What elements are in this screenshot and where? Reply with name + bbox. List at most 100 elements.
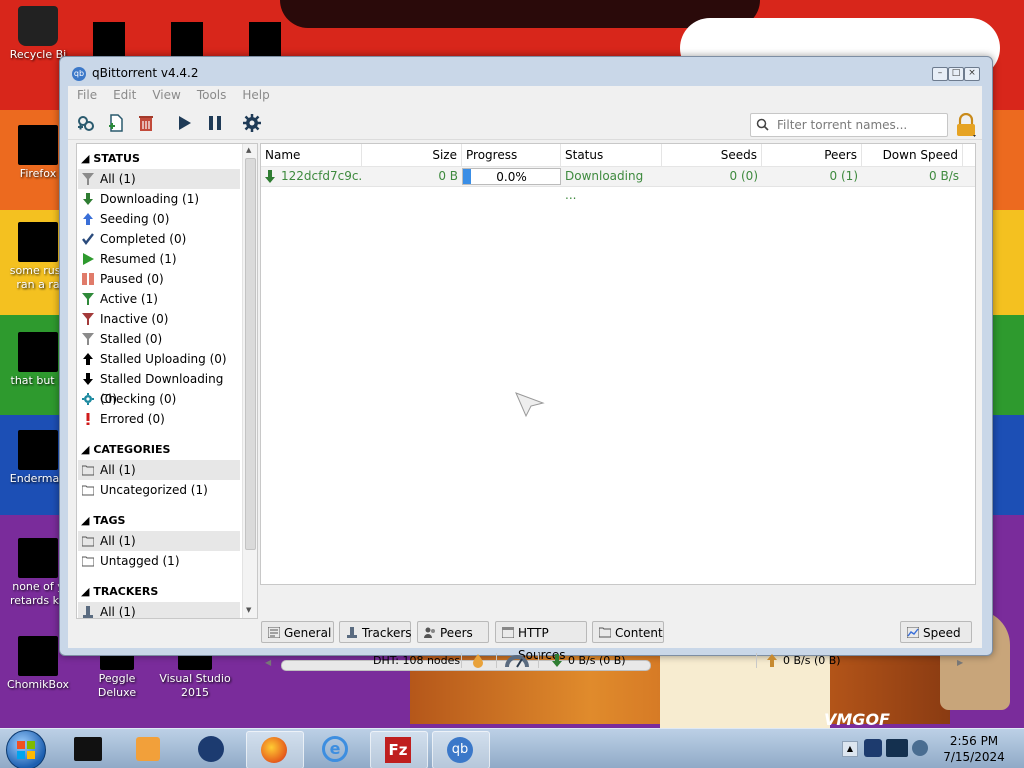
column-header-size[interactable]: Size [362, 144, 462, 166]
file-icon [18, 538, 58, 578]
options-button[interactable] [241, 112, 263, 134]
tab-content[interactable]: Content [592, 621, 664, 643]
add-torrent-file-button[interactable] [105, 112, 127, 134]
arrow-down-icon [83, 193, 93, 205]
tab-general[interactable]: General [261, 621, 334, 643]
tracker-filter-all[interactable]: All (1) [78, 602, 240, 618]
column-header-peers[interactable]: Peers [762, 144, 862, 166]
tags-section-header[interactable]: ◢ TAGS [81, 514, 125, 527]
close-button[interactable]: × [964, 67, 980, 81]
tab-http-sources[interactable]: HTTP Sources [495, 621, 587, 662]
categories-section-header[interactable]: ◢ CATEGORIES [81, 443, 170, 456]
maximize-button[interactable]: □ [948, 67, 964, 81]
tag-filter-untagged[interactable]: Untagged (1) [78, 551, 240, 571]
scroll-down-icon[interactable]: ▼ [246, 606, 251, 614]
filters-sidebar: ◢ STATUS All (1) Downloading (1) Seeding… [76, 143, 258, 619]
tab-peers[interactable]: Peers [417, 621, 489, 643]
upload-arrow-icon [767, 654, 777, 667]
torrent-row[interactable]: 122dcfd7c9c... 0 B 0.0% Downloading ... … [261, 167, 975, 202]
tray-network-icon[interactable] [886, 739, 908, 757]
status-bar: DHT: 108 nodes 0 B/s (0 B) 0 B/s (0 B) [68, 652, 982, 670]
menu-edit[interactable]: Edit [104, 86, 143, 102]
taskbar-internet-explorer[interactable]: e [308, 731, 364, 767]
add-torrent-link-button[interactable] [75, 112, 97, 134]
status-filter-inactive[interactable]: Inactive (0) [78, 309, 240, 329]
collapse-arrow-icon: ◢ [81, 443, 90, 456]
menu-help[interactable]: Help [233, 86, 276, 102]
menu-tools[interactable]: Tools [188, 86, 234, 102]
sidebar-scroll-thumb[interactable] [245, 158, 256, 550]
add-file-icon [109, 114, 123, 132]
title-bar[interactable]: qb qBittorrent v4.4.2 – □ × [60, 57, 992, 87]
folder-icon [599, 627, 611, 638]
status-filter-all[interactable]: All (1) [78, 169, 240, 189]
collapse-arrow-icon: ◢ [81, 152, 90, 165]
status-filter-seeding[interactable]: Seeding (0) [78, 209, 240, 229]
status-filter-downloading[interactable]: Downloading (1) [78, 189, 240, 209]
category-filter-uncategorized[interactable]: Uncategorized (1) [78, 480, 240, 500]
taskbar-qbittorrent[interactable]: qb [432, 731, 490, 768]
desktop-icon-top-1[interactable] [93, 22, 125, 56]
show-hidden-icons-button[interactable]: ▲ [842, 741, 858, 757]
file-icon [18, 222, 58, 262]
dht-nodes-text: DHT: 108 nodes [373, 654, 461, 667]
http-sources-icon [502, 627, 514, 638]
status-filter-checking[interactable]: Checking (0) [78, 389, 240, 409]
trackers-icon [347, 627, 357, 638]
connection-status-icon[interactable] [472, 654, 484, 668]
status-filter-errored[interactable]: Errored (0) [78, 409, 240, 429]
taskbar-media-player[interactable] [122, 731, 178, 767]
status-filter-stalled-downloading[interactable]: Stalled Downloading (0) [78, 369, 240, 406]
arrow-down-icon [83, 373, 93, 385]
clock-time: 2:56 PM [949, 734, 999, 748]
tag-filter-all[interactable]: All (1) [78, 531, 240, 551]
tab-trackers[interactable]: Trackers [339, 621, 412, 643]
taskbar-browser[interactable] [184, 731, 240, 767]
pause-button[interactable] [204, 112, 226, 134]
qbittorrent-window: qb qBittorrent v4.4.2 – □ × File Edit View… [59, 56, 993, 671]
sidebar-scrollbar[interactable]: ▲ ▼ [242, 144, 257, 618]
start-button[interactable] [6, 730, 46, 768]
filter-icon [82, 333, 94, 345]
column-header-progress[interactable]: Progress [462, 144, 561, 166]
internet-explorer-icon: e [322, 736, 348, 762]
status-filter-resumed[interactable]: Resumed (1) [78, 249, 240, 269]
tray-app-icon[interactable] [864, 739, 882, 757]
status-filter-active[interactable]: Active (1) [78, 289, 240, 309]
speed-limit-icon[interactable] [505, 654, 529, 668]
column-header-name[interactable]: Name [261, 144, 362, 166]
taskbar-filezilla[interactable]: Fz [370, 731, 428, 768]
lock-button[interactable] [955, 112, 977, 137]
trackers-section-header[interactable]: ◢ TRACKERS [81, 585, 158, 598]
status-filter-paused[interactable]: Paused (0) [78, 269, 240, 289]
system-clock[interactable]: 2:56 PM 7/15/2024 [934, 733, 1014, 765]
status-filter-stalled[interactable]: Stalled (0) [78, 329, 240, 349]
status-section-header[interactable]: ◢ STATUS [81, 152, 140, 165]
download-arrow-icon [552, 654, 562, 667]
minimize-button[interactable]: – [932, 67, 948, 81]
column-header-down-speed[interactable]: Down Speed [862, 144, 963, 166]
taskbar-firefox[interactable] [246, 731, 304, 768]
desktop-icon-top-2[interactable] [171, 22, 203, 56]
category-filter-all[interactable]: All (1) [78, 460, 240, 480]
torrent-size: 0 B [438, 169, 458, 183]
taskbar-console[interactable] [60, 731, 116, 767]
menu-file[interactable]: File [68, 86, 104, 102]
add-link-icon [78, 116, 94, 131]
tab-speed[interactable]: Speed [900, 621, 972, 643]
desktop-icon-recycle-bin[interactable]: Recycle Bi [0, 6, 76, 62]
resume-button[interactable] [173, 112, 195, 134]
scroll-up-icon[interactable]: ▲ [246, 146, 251, 154]
menu-view[interactable]: View [143, 86, 187, 102]
filter-torrent-names-input[interactable] [775, 116, 943, 134]
delete-torrent-button[interactable] [135, 112, 157, 134]
desktop-icon-top-3[interactable] [249, 22, 281, 56]
tray-volume-icon[interactable] [912, 740, 928, 756]
column-header-status[interactable]: Status [561, 144, 662, 166]
status-filter-stalled-uploading[interactable]: Stalled Uploading (0) [78, 349, 240, 369]
status-filter-completed[interactable]: Completed (0) [78, 229, 240, 249]
column-header-seeds[interactable]: Seeds [662, 144, 762, 166]
filter-icon [82, 313, 94, 325]
checkmark-icon [82, 233, 94, 245]
collapse-arrow-icon: ◢ [81, 585, 90, 598]
